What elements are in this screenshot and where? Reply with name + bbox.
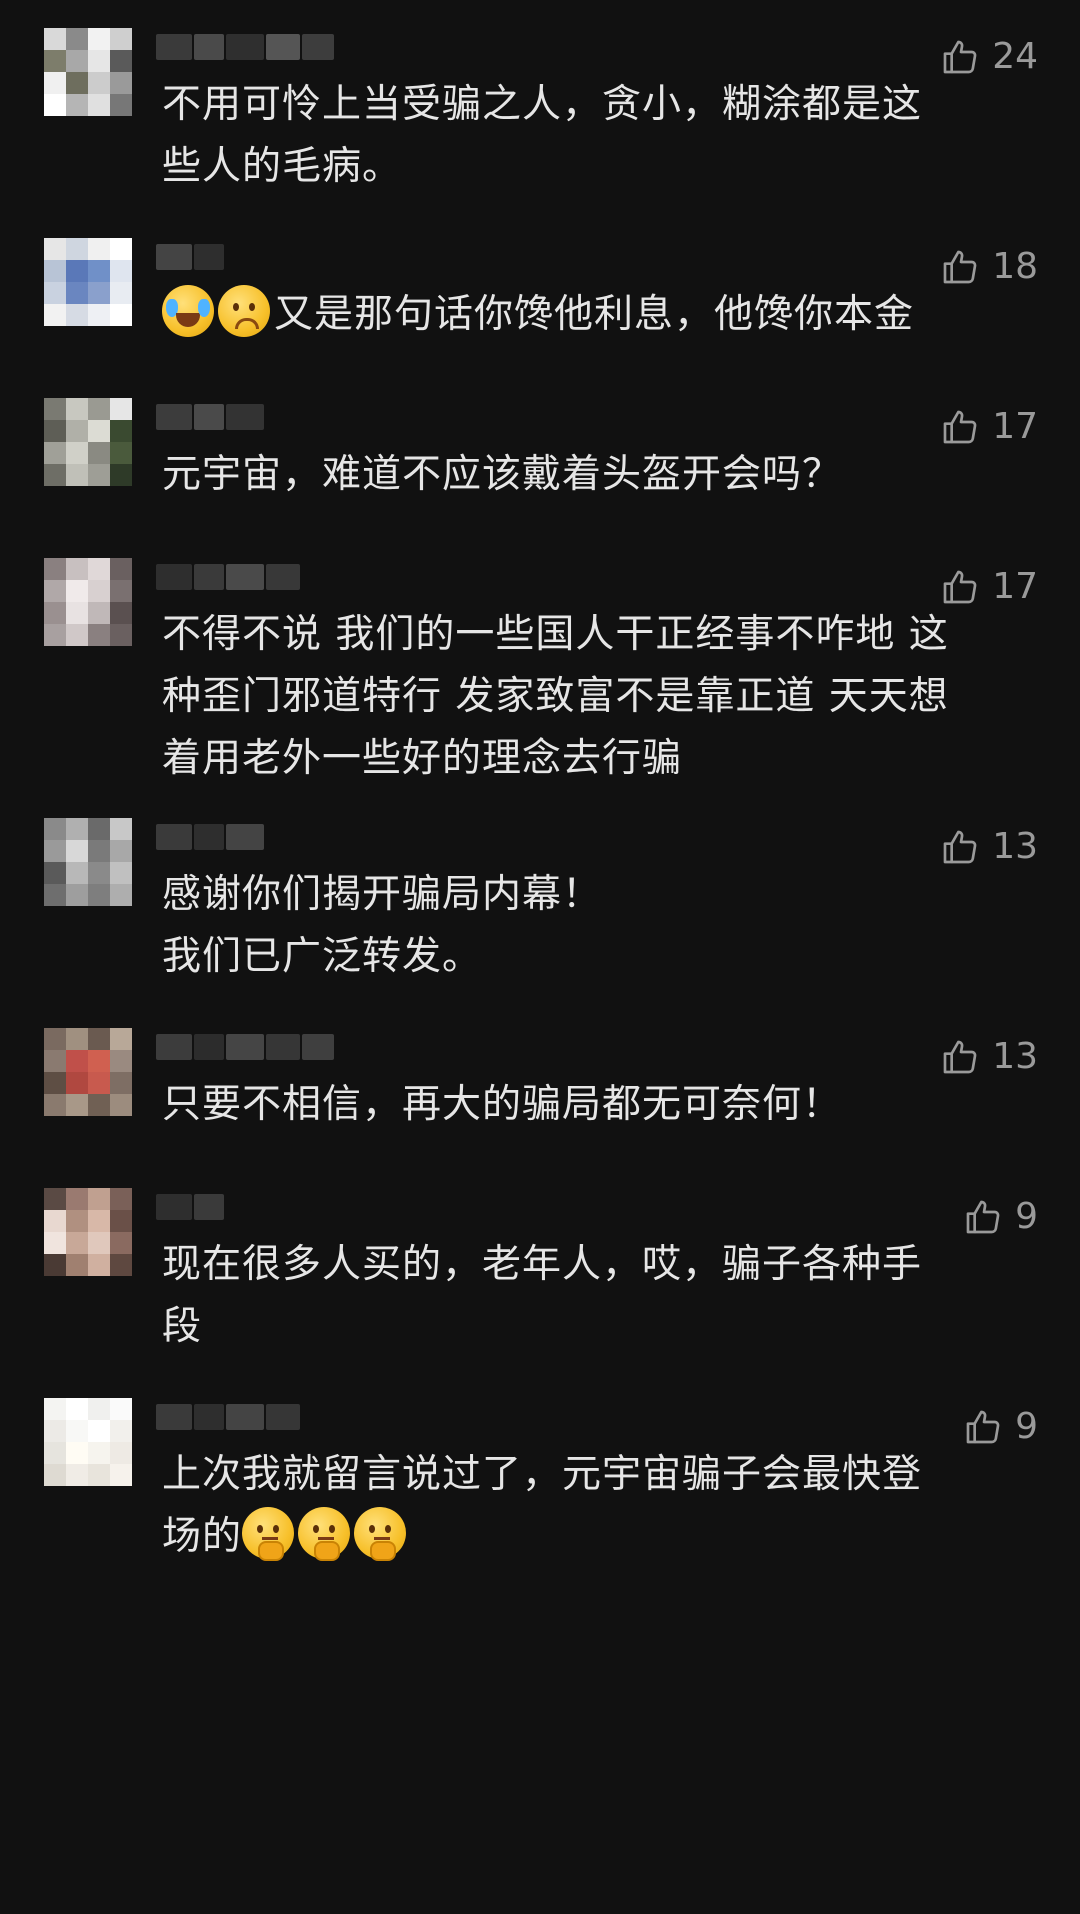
- thinking-face-emoji: [298, 1507, 351, 1561]
- comment-text: 又是那句话你馋他利息，他馋你本金: [162, 284, 1042, 346]
- avatar[interactable]: [44, 1028, 132, 1116]
- avatar[interactable]: [44, 28, 132, 116]
- thumbs-up-icon: [943, 410, 977, 443]
- like-count: 13: [992, 1036, 1038, 1077]
- like-count: 9: [1015, 1196, 1038, 1237]
- like-button[interactable]: 13: [940, 1036, 1038, 1077]
- username-blurred[interactable]: [156, 1192, 224, 1222]
- comment-text-content: 只要不相信，再大的骗局都无可奈何！: [162, 1082, 843, 1127]
- avatar[interactable]: [44, 818, 132, 906]
- comment-text-content: 现在很多人买的，老年人，哎，骗子各种手 段: [162, 1242, 923, 1349]
- avatar[interactable]: [44, 238, 132, 326]
- like-button[interactable]: 13: [940, 826, 1038, 867]
- like-count: 17: [992, 406, 1038, 447]
- thumbs-up-icon: [943, 40, 977, 73]
- username-blurred[interactable]: [156, 402, 264, 432]
- like-button[interactable]: 9: [963, 1406, 1038, 1447]
- comment-text: 上次我就留言说过了，元宇宙骗子会最快登 场的: [162, 1444, 1042, 1568]
- comment-text: 元宇宙，难道不应该戴着头盔开会吗？: [162, 444, 1042, 506]
- username-blurred[interactable]: [156, 1032, 334, 1062]
- comment-text-content: 不用可怜上当受骗之人，贪小，糊涂都是这 些人的毛病。: [162, 82, 923, 189]
- avatar[interactable]: [44, 1398, 132, 1486]
- thumbs-up-icon: [943, 570, 977, 603]
- like-button[interactable]: 18: [940, 246, 1038, 287]
- comment-text-content: 不得不说 我们的一些国人干正经事不咋地 这 种歪门邪道特行 发家致富不是靠正道 …: [162, 612, 949, 781]
- username-blurred[interactable]: [156, 822, 264, 852]
- username-blurred[interactable]: [156, 1402, 300, 1432]
- comment-text: 感谢你们揭开骗局内幕！ 我们已广泛转发。: [162, 864, 1042, 988]
- thinking-face-emoji: [354, 1507, 407, 1561]
- avatar[interactable]: [44, 398, 132, 486]
- like-count: 9: [1015, 1406, 1038, 1447]
- thumbs-up-icon: [943, 1040, 977, 1073]
- comment-text-content: 又是那句话你馋他利息，他馋你本金: [274, 292, 915, 337]
- like-button[interactable]: 9: [963, 1196, 1038, 1237]
- username-blurred[interactable]: [156, 242, 224, 272]
- loudly-crying-emoji: [162, 285, 214, 337]
- avatar[interactable]: [44, 558, 132, 646]
- comment-text-content: 感谢你们揭开骗局内幕！ 我们已广泛转发。: [162, 872, 603, 979]
- comment-text-content: 元宇宙，难道不应该戴着头盔开会吗？: [162, 452, 843, 497]
- thumbs-up-icon: [966, 1410, 1000, 1443]
- comment-text: 现在很多人买的，老年人，哎，骗子各种手 段: [162, 1234, 1042, 1358]
- thumbs-up-icon: [966, 1200, 1000, 1233]
- thumbs-up-icon: [943, 830, 977, 863]
- like-count: 24: [992, 36, 1038, 77]
- like-count: 13: [992, 826, 1038, 867]
- username-blurred[interactable]: [156, 32, 334, 62]
- like-count: 17: [992, 566, 1038, 607]
- avatar[interactable]: [44, 1188, 132, 1276]
- username-blurred[interactable]: [156, 562, 300, 592]
- comment-text: 不得不说 我们的一些国人干正经事不咋地 这 种歪门邪道特行 发家致富不是靠正道 …: [162, 604, 1042, 790]
- comment-text: 只要不相信，再大的骗局都无可奈何！: [162, 1074, 1042, 1136]
- thumbs-up-icon: [943, 250, 977, 283]
- like-button[interactable]: 17: [940, 406, 1038, 447]
- comment-text: 不用可怜上当受骗之人，贪小，糊涂都是这 些人的毛病。: [162, 74, 1042, 198]
- anxious-face-emoji: [218, 285, 270, 337]
- like-count: 18: [992, 246, 1038, 287]
- thinking-face-emoji: [242, 1507, 295, 1561]
- like-button[interactable]: 17: [940, 566, 1038, 607]
- like-button[interactable]: 24: [940, 36, 1038, 77]
